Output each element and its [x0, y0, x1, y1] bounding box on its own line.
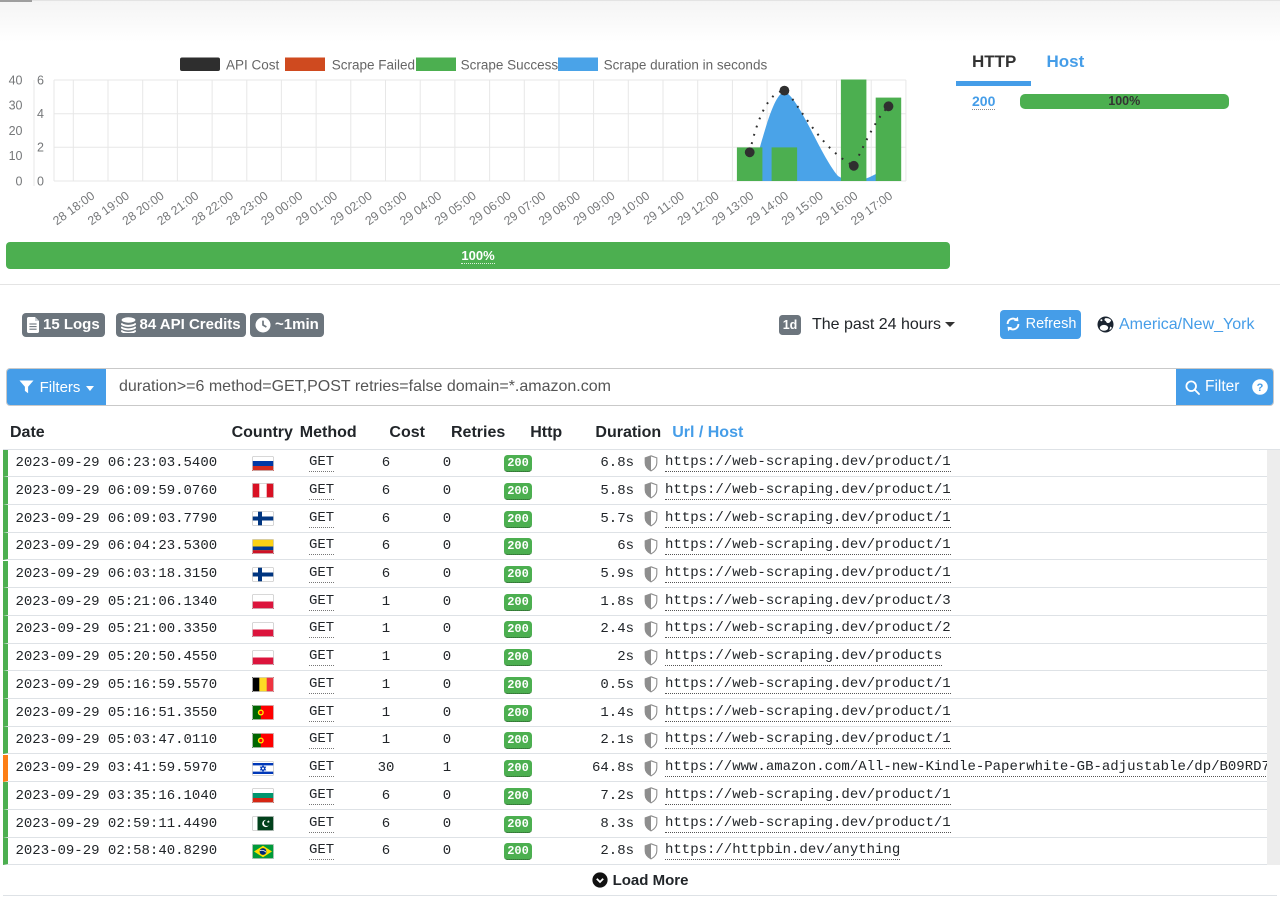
svg-text:Scrape Success: Scrape Success: [461, 58, 559, 73]
svg-text:30: 30: [9, 99, 23, 113]
svg-text:10: 10: [9, 149, 23, 163]
svg-text:2: 2: [37, 141, 44, 155]
svg-text:Scrape duration in seconds: Scrape duration in seconds: [604, 58, 768, 73]
svg-text:0: 0: [37, 174, 44, 188]
svg-text:20: 20: [9, 124, 23, 138]
svg-text:0: 0: [16, 174, 23, 188]
svg-text:40: 40: [9, 73, 23, 87]
svg-text:4: 4: [37, 107, 44, 121]
svg-text:API Cost: API Cost: [226, 58, 280, 73]
svg-text:Scrape Failed: Scrape Failed: [332, 58, 415, 73]
svg-text:?: ?: [1257, 382, 1264, 394]
svg-text:6: 6: [37, 73, 44, 87]
